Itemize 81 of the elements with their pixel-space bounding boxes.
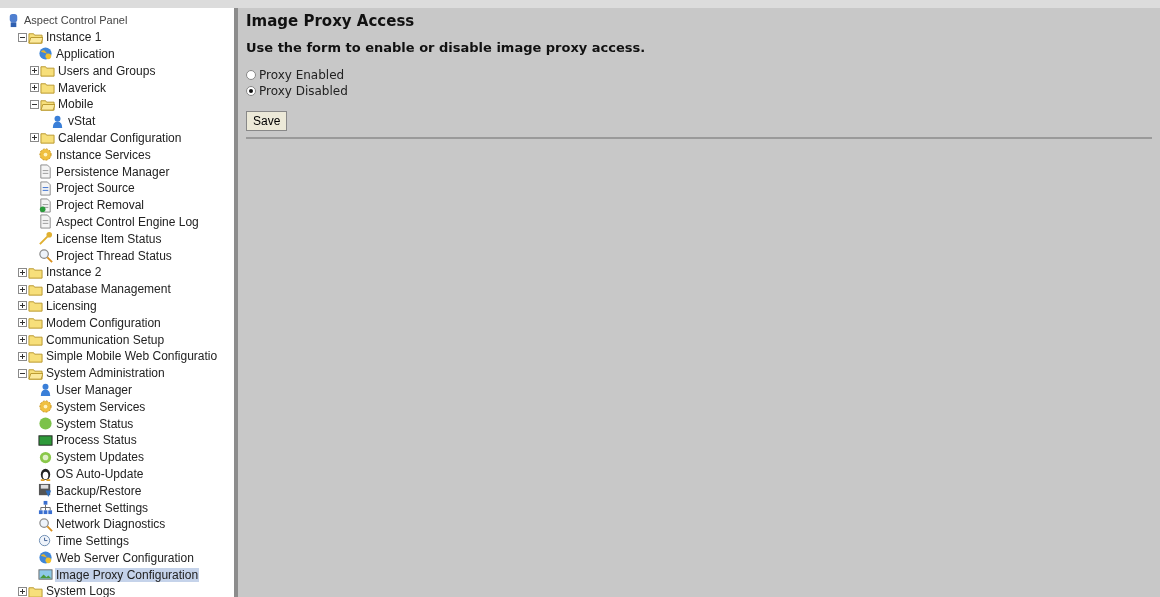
expander-icon[interactable] <box>18 284 27 294</box>
folder-icon <box>40 80 55 96</box>
tree-item[interactable]: Backup/Restore <box>55 483 143 498</box>
tree-item[interactable]: Simple Mobile Web Configuratio <box>45 349 219 364</box>
globe-icon <box>38 550 53 566</box>
expander-icon[interactable] <box>30 83 39 93</box>
tree-item[interactable]: Application <box>55 47 116 61</box>
expander-icon[interactable] <box>18 335 27 345</box>
expander-icon[interactable] <box>18 32 27 42</box>
clock-icon <box>38 533 53 549</box>
folder-icon <box>40 130 55 146</box>
tree-item[interactable]: Maverick <box>57 80 107 95</box>
save-button[interactable]: Save <box>246 111 288 131</box>
folder-icon <box>40 63 55 79</box>
monitor-icon <box>38 432 53 448</box>
folder-icon <box>28 315 43 331</box>
tree-item[interactable]: System Updates <box>55 450 146 465</box>
tree-item[interactable]: Aspect Control Panel <box>23 14 129 27</box>
expander-icon[interactable] <box>18 318 27 328</box>
tree-item[interactable]: Modem Configuration <box>45 315 162 330</box>
folder-icon <box>28 584 43 597</box>
tree-item[interactable]: Database Management <box>45 282 172 297</box>
expander-icon[interactable] <box>30 66 39 76</box>
expander-icon[interactable] <box>18 301 27 311</box>
magnifier-icon <box>38 248 53 264</box>
tree-item[interactable]: Calendar Configuration <box>57 130 183 145</box>
tree-item[interactable]: System Logs <box>45 584 117 597</box>
tree-item[interactable]: Mobile <box>57 97 95 112</box>
tree-item[interactable]: License Item Status <box>55 231 163 246</box>
form-description: Use the form to enable or disable image proxy access. <box>246 40 647 55</box>
tree-item[interactable]: Image Proxy Configuration <box>55 567 200 582</box>
tree-item[interactable]: Ethernet Settings <box>55 500 150 515</box>
tree-item[interactable]: System Administration <box>45 366 166 381</box>
tree-item[interactable]: vStat <box>67 114 97 129</box>
tree-item[interactable]: Network Diagnostics <box>55 517 167 532</box>
tree-item[interactable]: Project Thread Status <box>55 248 173 263</box>
expander-icon[interactable] <box>18 587 27 596</box>
tree-item[interactable]: Instance 1 <box>45 30 103 45</box>
tree-item[interactable]: System Status <box>55 416 135 431</box>
document-icon <box>38 214 53 230</box>
tree-item[interactable]: Users and Groups <box>57 63 157 78</box>
radio-button[interactable] <box>246 86 256 96</box>
tree-item[interactable]: Instance 2 <box>45 265 103 280</box>
gear-icon <box>38 147 53 163</box>
expander-icon[interactable] <box>18 267 27 277</box>
magnifier-icon <box>38 516 53 532</box>
tree-item[interactable]: Communication Setup <box>45 332 166 347</box>
image-icon <box>38 567 53 583</box>
tree-item[interactable]: OS Auto-Update <box>55 466 145 481</box>
folder-icon <box>28 298 43 314</box>
key-icon <box>38 231 53 247</box>
tree-item[interactable]: Licensing <box>45 298 98 313</box>
penguin-icon <box>38 466 53 482</box>
radio-label: Proxy Enabled <box>259 68 345 82</box>
tree-item[interactable]: Persistence Manager <box>55 164 171 179</box>
radio-label: Proxy Disabled <box>259 84 348 98</box>
tree-item[interactable]: Process Status <box>55 433 138 448</box>
folder-icon <box>28 332 43 348</box>
user-icon <box>38 382 53 398</box>
status-dot-icon <box>38 416 53 431</box>
expander-icon[interactable] <box>18 368 27 378</box>
radio-button[interactable] <box>246 70 256 80</box>
expander-icon[interactable] <box>30 133 39 143</box>
gear-icon <box>38 399 53 415</box>
globe-icon <box>38 46 53 62</box>
page-title: Image Proxy Access <box>246 12 416 30</box>
tree-item[interactable]: System Services <box>55 399 147 414</box>
tree-item[interactable]: Web Server Configuration <box>55 550 195 565</box>
document-icon <box>38 164 53 180</box>
user-icon <box>50 113 65 129</box>
tree-item[interactable]: Aspect Control Engine Log <box>55 214 200 229</box>
tree-item[interactable]: Project Source <box>55 181 136 196</box>
tree-item[interactable]: Instance Services <box>55 147 152 162</box>
document-icon <box>38 197 53 213</box>
network-icon <box>38 500 53 515</box>
expander-icon[interactable] <box>18 351 27 361</box>
expander-icon[interactable] <box>30 99 39 109</box>
tree-item[interactable]: Project Removal <box>55 198 146 213</box>
tree-item[interactable]: User Manager <box>55 382 134 397</box>
list-document-icon <box>38 180 53 196</box>
tree-item[interactable]: Time Settings <box>55 534 130 549</box>
